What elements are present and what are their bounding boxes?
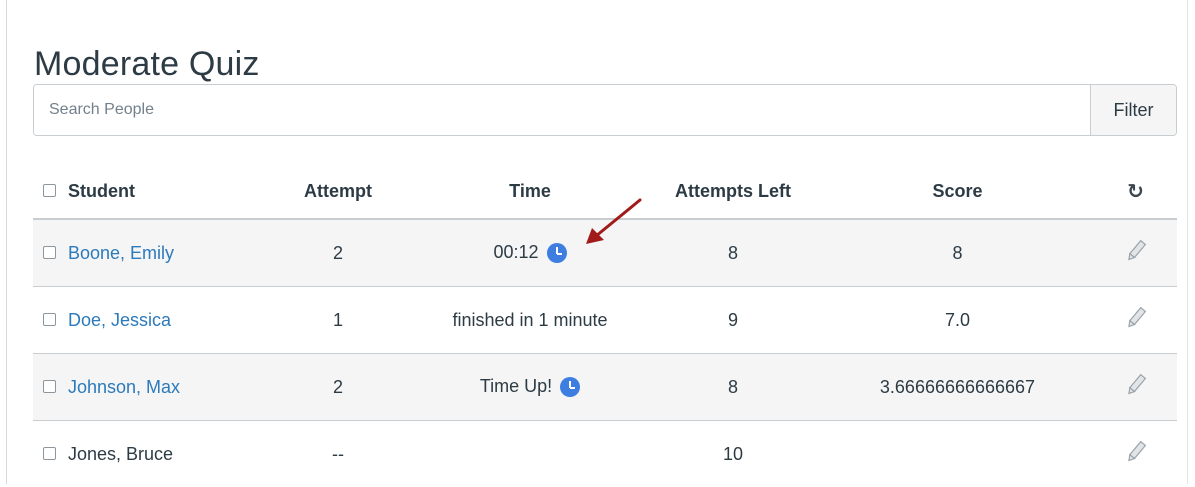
score-cell: 3.66666666666667	[821, 354, 1094, 421]
search-bar: Filter	[33, 84, 1177, 136]
score-cell: 7.0	[821, 287, 1094, 354]
row-checkbox[interactable]	[43, 246, 56, 259]
clock-icon[interactable]	[547, 243, 567, 263]
row-checkbox[interactable]	[43, 313, 56, 326]
student-cell: Doe, Jessica	[33, 287, 261, 354]
action-cell	[1094, 219, 1177, 287]
page-title: Moderate Quiz	[34, 45, 260, 84]
pencil-icon[interactable]	[1124, 239, 1148, 268]
action-cell	[1094, 287, 1177, 354]
header-attempt: Attempt	[261, 164, 415, 219]
student-cell: Boone, Emily	[33, 219, 261, 287]
score-cell	[821, 421, 1094, 487]
header-refresh: ↻	[1094, 164, 1177, 219]
student-cell: Johnson, Max	[33, 354, 261, 421]
attempt-cell: 2	[261, 219, 415, 287]
table-row: Doe, Jessica 1 finished in 1 minute 9 7.…	[33, 287, 1177, 354]
student-link[interactable]: Johnson, Max	[68, 377, 180, 397]
action-cell	[1094, 421, 1177, 487]
time-value: finished in 1 minute	[452, 310, 607, 330]
header-student: Student	[33, 164, 261, 219]
student-link[interactable]: Doe, Jessica	[68, 310, 171, 330]
attempts-left-cell: 8	[645, 219, 821, 287]
table-row: Jones, Bruce -- 10	[33, 421, 1177, 487]
search-input[interactable]	[34, 85, 1090, 135]
time-value: Time Up!	[480, 376, 552, 396]
header-attempts-left: Attempts Left	[645, 164, 821, 219]
refresh-icon[interactable]: ↻	[1127, 181, 1144, 203]
header-student-label: Student	[68, 181, 135, 201]
time-value: 00:12	[493, 242, 538, 262]
attempts-left-cell: 9	[645, 287, 821, 354]
attempts-left-cell: 8	[645, 354, 821, 421]
score-cell: 8	[821, 219, 1094, 287]
header-score: Score	[821, 164, 1094, 219]
table-row: Johnson, Max 2 Time Up! 8 3.666666666666…	[33, 354, 1177, 421]
attempt-cell: 2	[261, 354, 415, 421]
time-cell: finished in 1 minute	[415, 287, 645, 354]
attempts-left-cell: 10	[645, 421, 821, 487]
pencil-icon[interactable]	[1124, 440, 1148, 469]
pencil-icon[interactable]	[1124, 373, 1148, 402]
clock-icon[interactable]	[560, 377, 580, 397]
action-cell	[1094, 354, 1177, 421]
time-cell	[415, 421, 645, 487]
annotation-arrow-icon	[582, 196, 644, 248]
row-checkbox[interactable]	[43, 380, 56, 393]
student-cell: Jones, Bruce	[33, 421, 261, 487]
student-name: Jones, Bruce	[68, 444, 173, 464]
select-all-checkbox[interactable]	[43, 184, 56, 197]
attempt-cell: 1	[261, 287, 415, 354]
row-checkbox[interactable]	[43, 447, 56, 460]
student-link[interactable]: Boone, Emily	[68, 243, 174, 263]
attempt-cell: --	[261, 421, 415, 487]
pencil-icon[interactable]	[1124, 306, 1148, 335]
filter-button[interactable]: Filter	[1090, 85, 1176, 135]
time-cell: Time Up!	[415, 354, 645, 421]
